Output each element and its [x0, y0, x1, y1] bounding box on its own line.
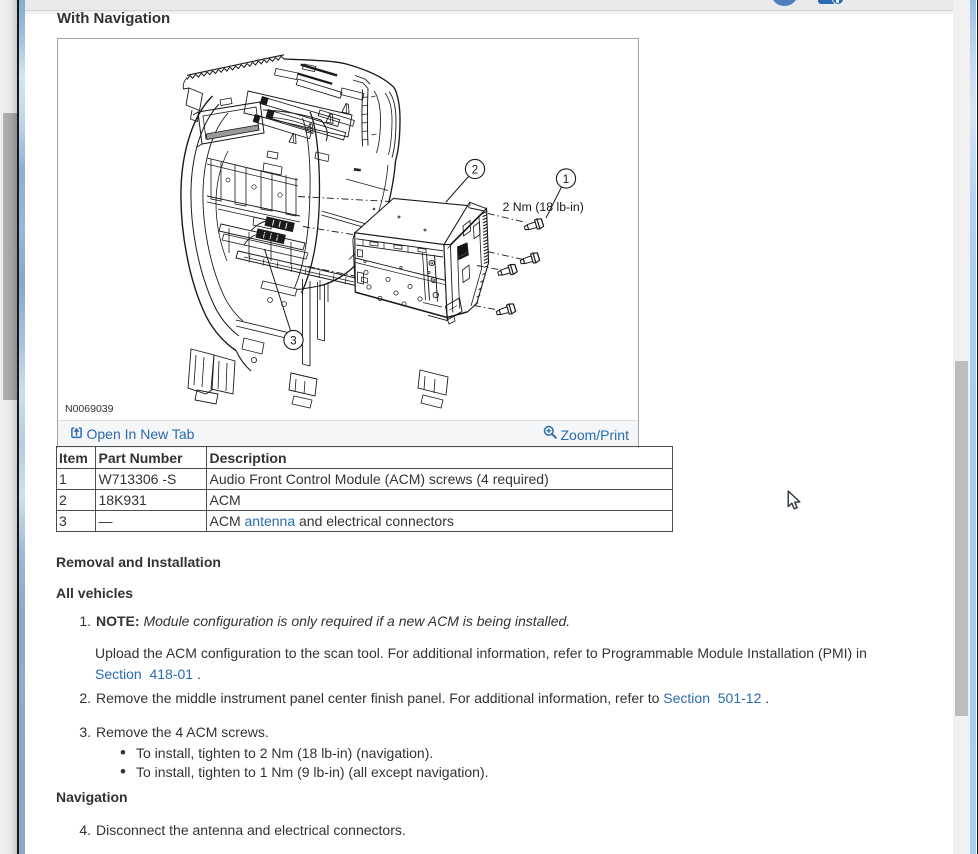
svg-text:2 Nm (18 lb-in): 2 Nm (18 lb-in): [502, 200, 583, 214]
svg-text:1: 1: [562, 174, 568, 186]
svg-text:3: 3: [290, 335, 296, 347]
svg-text:2: 2: [471, 164, 477, 176]
